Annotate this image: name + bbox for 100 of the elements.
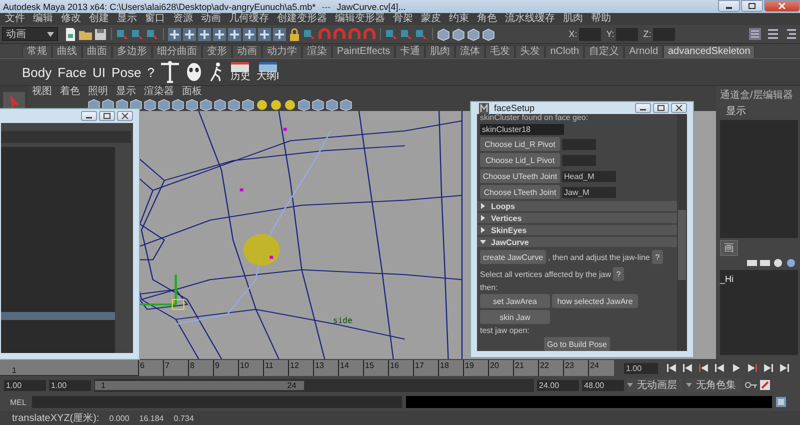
display-menu[interactable]: 显示 bbox=[726, 104, 798, 118]
shelf-tab[interactable]: 自定义 bbox=[584, 45, 624, 58]
minimize-button[interactable] bbox=[718, 0, 740, 12]
menu-item[interactable]: 修改 bbox=[57, 13, 85, 25]
x-field[interactable] bbox=[579, 28, 602, 40]
document-icon[interactable] bbox=[64, 28, 77, 40]
joint-field[interactable]: Head_M bbox=[562, 170, 616, 182]
time-ruler[interactable]: 1 6 7 8 9 10 11 12 13 14 15 16 17 18 19 20 21 22 23 24 bbox=[0, 360, 614, 376]
build-pose-button[interactable]: Go to Build Pose bbox=[544, 337, 610, 351]
choose-button[interactable]: Choose LTeeth Joint bbox=[480, 185, 560, 199]
text-field[interactable] bbox=[1, 131, 131, 143]
selection-tool-icon[interactable] bbox=[385, 28, 398, 40]
shelf-tab[interactable]: Arnold bbox=[624, 45, 663, 58]
figure-icon[interactable] bbox=[160, 61, 180, 83]
step-back-icon[interactable] bbox=[682, 363, 694, 373]
close-button[interactable] bbox=[764, 0, 800, 12]
walking-figure-icon[interactable] bbox=[208, 62, 224, 82]
shelf-button[interactable]: Body bbox=[22, 64, 52, 80]
maximize-button[interactable] bbox=[653, 103, 669, 113]
menu-item[interactable]: 编辑变形器 bbox=[331, 13, 389, 25]
shelf-tab[interactable]: 卡通 bbox=[395, 45, 426, 58]
shelf-tab[interactable]: 肌肉 bbox=[425, 45, 456, 58]
menu-item[interactable]: 蒙皮 bbox=[417, 13, 445, 25]
snap-tool-icon[interactable] bbox=[258, 28, 271, 40]
y-field[interactable] bbox=[616, 28, 638, 40]
anim-layer-dropdown[interactable]: 无动画层 bbox=[627, 378, 683, 392]
maximize-button[interactable] bbox=[99, 111, 115, 121]
current-time-field[interactable]: 1.00 bbox=[624, 362, 658, 374]
selection-tool-icon[interactable] bbox=[131, 28, 144, 40]
play-icon[interactable] bbox=[730, 363, 742, 373]
snap-tool-icon[interactable] bbox=[198, 28, 211, 40]
shelf-tab[interactable]: 常规 bbox=[22, 45, 52, 58]
skin-cluster-field[interactable]: skinCluster18 bbox=[480, 124, 564, 135]
tool-settings-icon[interactable] bbox=[784, 27, 798, 41]
section-header[interactable]: Vertices bbox=[477, 213, 677, 223]
character-set-dropdown[interactable]: 无角色集 bbox=[686, 378, 742, 392]
sphere-icon[interactable] bbox=[270, 98, 282, 110]
sphere-icon[interactable] bbox=[256, 98, 268, 110]
range-end-field[interactable]: 24.00 bbox=[537, 380, 579, 390]
shelf-tab[interactable]: 曲面 bbox=[82, 45, 112, 58]
shelf-button[interactable]: Pose bbox=[112, 64, 142, 80]
mode-dropdown[interactable]: 动画 bbox=[2, 27, 58, 41]
key-forward-icon[interactable] bbox=[746, 363, 758, 373]
joint-field[interactable]: Jaw_M bbox=[562, 186, 616, 198]
selection-tool-icon[interactable] bbox=[116, 28, 129, 40]
close-button[interactable] bbox=[671, 103, 687, 113]
cube-icon[interactable] bbox=[437, 28, 450, 40]
skip-end-icon[interactable] bbox=[778, 363, 790, 373]
help-button[interactable]: ? bbox=[613, 267, 624, 281]
sphere-icon[interactable] bbox=[284, 98, 296, 110]
selection-tool-icon[interactable] bbox=[400, 28, 413, 40]
channel-box-icon[interactable] bbox=[748, 27, 762, 41]
snap-tool-icon[interactable] bbox=[228, 28, 241, 40]
menu-item[interactable]: 窗口 bbox=[141, 13, 169, 25]
lock-icon[interactable] bbox=[288, 28, 301, 40]
key-icon[interactable] bbox=[745, 381, 757, 389]
scrollbar[interactable] bbox=[677, 114, 687, 351]
menu-item[interactable]: 创建变形器 bbox=[273, 13, 331, 25]
choose-button[interactable]: Choose Lid_R Pivot bbox=[480, 137, 560, 151]
create-jaw-curve-button[interactable]: create JawCurve bbox=[480, 250, 546, 264]
selection-tool-icon[interactable] bbox=[303, 28, 316, 40]
minimize-button[interactable] bbox=[81, 111, 97, 121]
snap-tool-icon[interactable] bbox=[213, 28, 226, 40]
panel-menu-item[interactable]: 视图 bbox=[28, 86, 56, 98]
shelf-tab[interactable]: 曲线 bbox=[52, 45, 82, 58]
cube-icon[interactable] bbox=[482, 28, 495, 40]
maximize-button[interactable] bbox=[741, 0, 763, 12]
shelf-tab[interactable]: 动画 bbox=[232, 45, 262, 58]
help-button[interactable]: ? bbox=[652, 250, 663, 264]
shelf-tab[interactable]: 毛发 bbox=[485, 45, 516, 58]
range-start-field[interactable]: 1.00 bbox=[49, 380, 91, 390]
history-shelf-button[interactable]: 历史 bbox=[230, 62, 250, 82]
cube-icon[interactable] bbox=[452, 28, 465, 40]
skip-start-icon[interactable] bbox=[666, 363, 678, 373]
menu-item[interactable]: 约束 bbox=[445, 13, 473, 25]
step-forward-icon[interactable] bbox=[762, 363, 774, 373]
menu-item[interactable]: 角色 bbox=[473, 13, 501, 25]
snap-tool-icon[interactable] bbox=[273, 28, 286, 40]
skin-jaw-button[interactable]: skin Jaw bbox=[480, 310, 550, 324]
scroll-thumb[interactable] bbox=[678, 210, 686, 280]
panel-menu-item[interactable]: 着色 bbox=[56, 86, 84, 98]
range-slider-track[interactable]: 1 24 bbox=[94, 378, 534, 392]
script-editor-icon[interactable] bbox=[776, 397, 786, 407]
minimize-button[interactable] bbox=[635, 103, 651, 113]
outliner-shelf-button[interactable]: 大纲I bbox=[256, 62, 280, 82]
mask-icon[interactable] bbox=[186, 62, 202, 82]
shelf-tab[interactable]: 多边形 bbox=[112, 45, 152, 58]
panel-menu-item[interactable]: 面板 bbox=[178, 86, 206, 98]
shelf-button[interactable]: UI bbox=[92, 64, 106, 80]
start-time-field[interactable]: 1.00 bbox=[4, 380, 46, 390]
preferences-icon[interactable] bbox=[760, 380, 770, 390]
menu-item[interactable]: 创建 bbox=[85, 13, 113, 25]
shelf-tab[interactable]: 变形 bbox=[202, 45, 232, 58]
shelf-button[interactable]: Face bbox=[58, 64, 87, 80]
end-time-field[interactable]: 48.00 bbox=[582, 380, 624, 390]
cube-icon[interactable] bbox=[467, 28, 480, 40]
shelf-tab[interactable]: 流体 bbox=[455, 45, 486, 58]
layer-tab[interactable]: 画 bbox=[720, 240, 738, 256]
menu-item[interactable]: 显示 bbox=[113, 13, 141, 25]
layer-name[interactable]: _Hi bbox=[720, 274, 734, 284]
